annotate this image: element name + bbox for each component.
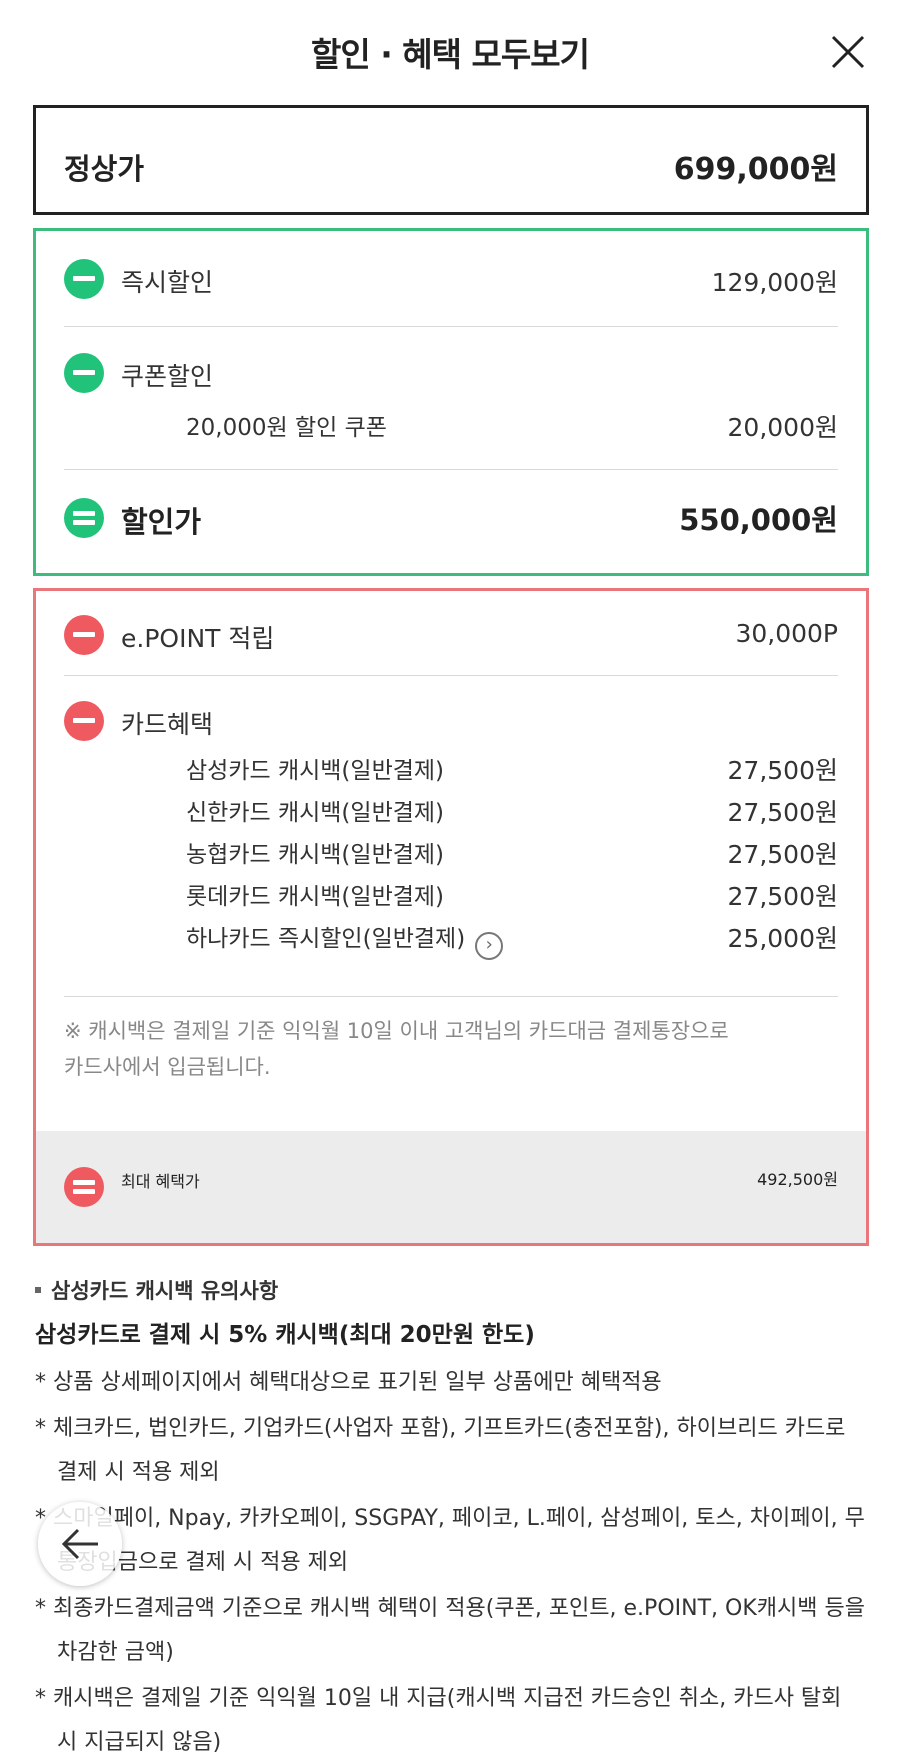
- cashback-note: ※ 캐시백은 결제일 기준 익익월 10일 이내 고객님의 카드대금 결제통장으…: [64, 1013, 838, 1085]
- card-item-value: 27,500원: [727, 882, 838, 911]
- card-item-name: 신한카드 캐시백(일반결제): [186, 800, 445, 826]
- notes-item: * 최종카드결제금액 기준으로 캐시백 혜택이 적용(쿠폰, 포인트, e.PO…: [35, 1596, 865, 1665]
- minus-icon: [64, 701, 104, 741]
- card-item-value: 25,000원: [727, 924, 838, 953]
- divider: [64, 996, 838, 997]
- coupon-value: 20,000원: [727, 413, 838, 442]
- card-item-name: 롯데카드 캐시백(일반결제): [186, 884, 445, 910]
- regular-price-box: 정상가 699,000원: [33, 105, 869, 215]
- instant-discount-value: 129,000원: [711, 268, 838, 297]
- divider: [64, 469, 838, 470]
- bullet-square-icon: [35, 1287, 41, 1293]
- minus-icon: [64, 259, 104, 299]
- card-item-name: 삼성카드 캐시백(일반결제): [186, 758, 445, 784]
- modal-header: 할인 · 혜택 모두보기: [0, 0, 900, 102]
- card-item-value: 27,500원: [727, 756, 838, 785]
- divider: [64, 675, 838, 676]
- cashback-note-line: 카드사에서 입금됩니다.: [64, 1055, 271, 1079]
- close-icon[interactable]: [830, 34, 866, 70]
- discounted-price-value: 550,000원: [679, 503, 838, 537]
- epoint-label: e.POINT 적립: [121, 624, 275, 653]
- minus-icon: [64, 353, 104, 393]
- notes-item: * 스마일페이, Npay, 카카오페이, SSGPAY, 페이코, L.페이,…: [35, 1506, 865, 1575]
- notes-heading-text: 삼성카드 캐시백 유의사항: [51, 1279, 279, 1303]
- notes-item: * 캐시백은 결제일 기준 익익월 10일 내 지급(캐시백 지급전 카드승인 …: [35, 1686, 842, 1755]
- discounted-price-label: 할인가: [121, 505, 202, 539]
- card-item-value: 27,500원: [727, 798, 838, 827]
- samsung-cashback-notes: 삼성카드 캐시백 유의사항 삼성카드로 결제 시 5% 캐시백(최대 20만원 …: [35, 1275, 865, 1760]
- benefit-box: e.POINT 적립 30,000P 카드혜택 삼성카드 캐시백(일반결제) 2…: [33, 588, 869, 1246]
- coupon-discount-label: 쿠폰할인: [121, 362, 214, 391]
- equals-icon: [64, 498, 104, 538]
- discount-box: 즉시할인 129,000원 쿠폰할인 20,000원 할인 쿠폰 20,000원…: [33, 228, 869, 576]
- chevron-right-circle-icon[interactable]: ›: [475, 932, 504, 960]
- coupon-name: 20,000원 할인 쿠폰: [186, 415, 387, 441]
- card-item-name: 농협카드 캐시백(일반결제): [186, 842, 445, 868]
- card-item-value: 27,500원: [727, 840, 838, 869]
- divider: [64, 326, 838, 327]
- arrow-left-icon: [61, 1528, 98, 1560]
- max-benefit-value: 492,500원: [757, 1170, 838, 1189]
- regular-price-value: 699,000원: [673, 152, 838, 187]
- notes-heading: 삼성카드 캐시백 유의사항: [35, 1275, 865, 1315]
- card-item-name-wrap: 하나카드 즉시할인(일반결제) ›: [186, 919, 504, 960]
- notes-emphasis: 삼성카드로 결제 시 5% 캐시백(최대 20만원 한도): [35, 1322, 535, 1348]
- minus-icon: [64, 615, 104, 655]
- regular-price-label: 정상가: [64, 152, 145, 186]
- equals-icon: [64, 1167, 104, 1207]
- notes-item: * 체크카드, 법인카드, 기업카드(사업자 포함), 기프트카드(충전포함),…: [35, 1416, 846, 1485]
- notes-item: * 상품 상세페이지에서 혜택대상으로 표기된 일부 상품에만 혜택적용: [35, 1370, 662, 1395]
- max-benefit-label: 최대 혜택가: [121, 1172, 200, 1191]
- card-benefit-label: 카드혜택: [121, 710, 214, 739]
- modal-title: 할인 · 혜택 모두보기: [311, 35, 590, 74]
- cashback-note-line: ※ 캐시백은 결제일 기준 익익월 10일 이내 고객님의 카드대금 결제통장으…: [64, 1019, 729, 1043]
- instant-discount-label: 즉시할인: [121, 268, 214, 297]
- epoint-value: 30,000P: [735, 619, 838, 648]
- back-button[interactable]: [38, 1502, 122, 1586]
- card-item-name: 하나카드 즉시할인(일반결제): [186, 926, 466, 952]
- max-benefit-row: 최대 혜택가 492,500원: [36, 1131, 866, 1243]
